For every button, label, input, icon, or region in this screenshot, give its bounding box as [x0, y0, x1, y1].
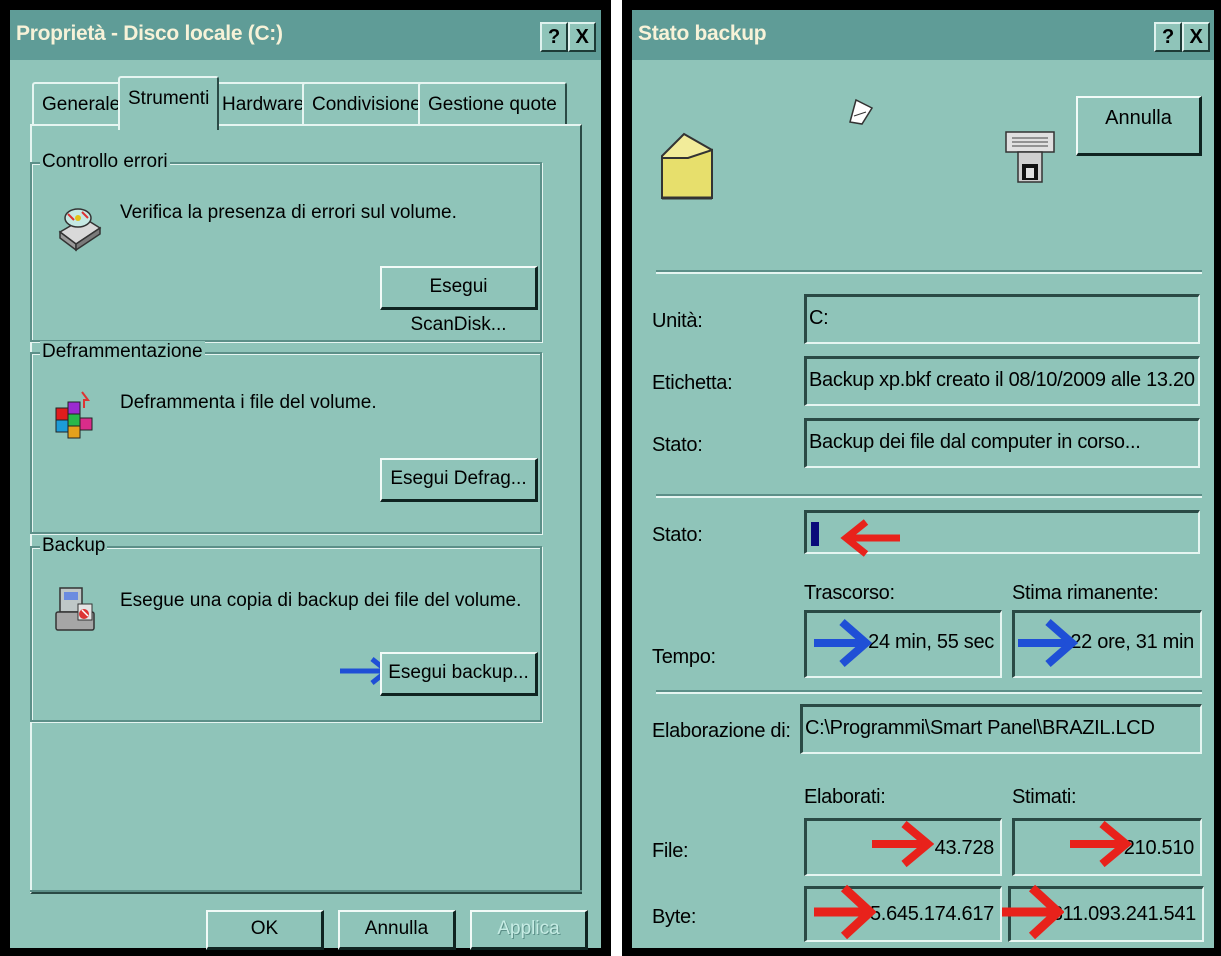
files-label: File:	[652, 840, 689, 862]
window-title: Stato backup	[638, 22, 767, 45]
help-button[interactable]: ?	[1154, 22, 1182, 52]
backup-group: Backup Esegue una copia di backup dei fi…	[30, 535, 542, 722]
ok-button[interactable]: OK	[206, 910, 324, 950]
close-button[interactable]: X	[568, 22, 596, 52]
remaining-label: Stima rimanente:	[1012, 582, 1159, 604]
tab-hardware[interactable]: Hardware	[212, 82, 315, 126]
close-button[interactable]: X	[1182, 22, 1210, 52]
flying-paper-icon	[849, 98, 874, 125]
group-label: Backup	[40, 535, 108, 557]
footer-divider	[30, 890, 582, 892]
group-label: Deframmentazione	[40, 341, 205, 363]
separator	[656, 270, 1202, 274]
red-arrow-icon	[840, 519, 900, 557]
window-title: Proprietà - Disco locale (C:)	[16, 22, 283, 45]
backup-label-field: Backup xp.bkf creato il 08/10/2009 alle …	[804, 356, 1200, 406]
label-label: Etichetta:	[652, 372, 733, 394]
tab-strumenti[interactable]: Strumenti	[118, 76, 220, 130]
tab-generale[interactable]: Generale	[32, 82, 131, 126]
processing-label: Elaborazione di:	[652, 720, 791, 742]
bytes-label: Byte:	[652, 906, 697, 928]
properties-dialog: Proprietà - Disco locale (C:) ? X Genera…	[10, 10, 601, 950]
folder-icon	[661, 132, 713, 200]
bytes-estimated-value: 311.093.241.541	[1051, 903, 1196, 925]
blue-arrow-icon	[1018, 618, 1078, 668]
progress-label: Stato:	[652, 524, 703, 546]
tab-gestione-quote[interactable]: Gestione quote	[418, 82, 567, 126]
processed-label: Elaborati:	[804, 786, 886, 808]
red-arrow-icon	[872, 820, 934, 868]
title-bar: Stato backup ? X	[632, 10, 1214, 60]
unit-field: C:	[804, 294, 1200, 344]
elapsed-label: Trascorso:	[804, 582, 895, 604]
group-description: Deframmenta i file del volume.	[120, 392, 377, 413]
red-arrow-icon	[1002, 884, 1064, 940]
files-estimated-value: 210.510	[1123, 837, 1195, 859]
tape-drive-icon	[1005, 131, 1055, 183]
backup-button[interactable]: Esegui backup...	[380, 652, 538, 696]
red-arrow-icon	[814, 884, 876, 940]
blue-arrow-icon	[814, 618, 872, 668]
remaining-value: 22 ore, 31 min	[1070, 631, 1194, 653]
scandisk-icon	[58, 208, 102, 252]
cancel-backup-button[interactable]: Annulla	[1076, 96, 1202, 156]
separator	[656, 690, 1202, 694]
defrag-button[interactable]: Esegui Defrag...	[380, 458, 538, 502]
group-description: Esegue una copia di backup dei file del …	[120, 590, 522, 611]
time-label: Tempo:	[652, 646, 716, 668]
tab-condivisione[interactable]: Condivisione	[302, 82, 431, 126]
elapsed-value: 24 min, 55 sec	[868, 631, 994, 653]
files-processed-value: 43.728	[934, 837, 995, 859]
processing-field: C:\Programmi\Smart Panel\BRAZIL.LCD	[800, 704, 1202, 754]
separator	[656, 494, 1202, 498]
unit-label: Unità:	[652, 310, 703, 332]
defrag-icon	[55, 391, 93, 439]
estimated-label: Stimati:	[1012, 786, 1077, 808]
bytes-processed-value: 5.645.174.617	[869, 903, 994, 925]
scandisk-button[interactable]: Esegui ScanDisk...	[380, 266, 538, 335]
progress-fill	[811, 522, 819, 546]
group-label: Controllo errori	[40, 151, 170, 173]
status-label: Stato:	[652, 434, 703, 456]
defrag-group: Deframmentazione Deframmenta i file del …	[30, 341, 542, 534]
cancel-button[interactable]: Annulla	[338, 910, 456, 950]
backup-icon	[55, 587, 95, 631]
status-field: Backup dei file dal computer in corso...	[804, 418, 1200, 468]
group-description: Verifica la presenza di errori sul volum…	[120, 202, 457, 223]
error-check-group: Controllo errori Verifica la presenza di…	[30, 151, 542, 342]
backup-status-dialog: Stato backup ? X Annulla Unità: C: Etich…	[632, 10, 1214, 948]
red-arrow-icon	[1070, 820, 1132, 868]
title-bar: Proprietà - Disco locale (C:) ? X	[10, 10, 601, 60]
help-button[interactable]: ?	[540, 22, 568, 52]
apply-button[interactable]: Applica	[470, 910, 588, 950]
